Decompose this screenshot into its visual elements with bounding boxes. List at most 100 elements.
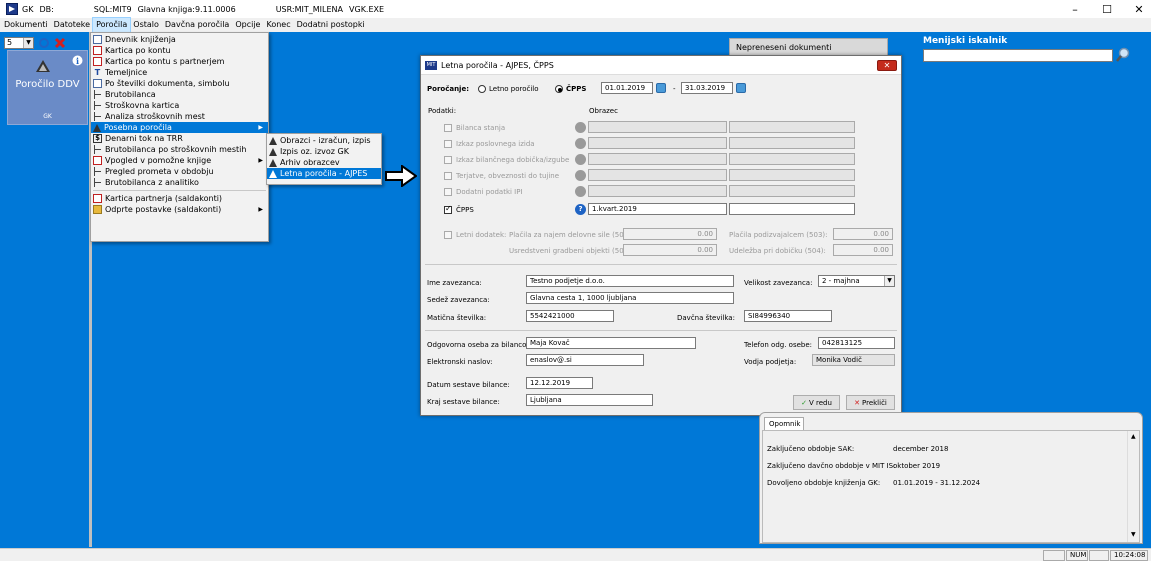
menu-item-analiza[interactable]: Analiza stroškovnih mest [91,111,268,122]
triangle-logo-icon [36,60,50,72]
letni-dodatek-label: Letni dodatek: [456,231,507,239]
menu-separator [93,190,266,191]
svg-text:i: i [76,56,79,66]
menu-item-temeljnice[interactable]: T Temeljnice [91,67,268,78]
obrazec-field[interactable]: 1.kvart.2019 [588,203,727,215]
menu-item-odprte-postavke[interactable]: Odprte postavke (saldakonti) ▶ [91,204,268,215]
app-name: GK [22,4,34,14]
email-input[interactable]: enaslov@.si [526,354,644,366]
report-tile[interactable]: i Poročilo DDV GK [7,50,88,125]
checkbox-izkaz-poslovnega[interactable] [444,140,452,148]
menu-opcije[interactable]: Opcije [232,18,263,32]
f504-input[interactable]: 0.00 [833,244,893,256]
menu-item-label: Brutobilanca po stroškovnih mestih [105,145,247,154]
menu-item-dnevnik[interactable]: Dnevnik knjiženja [91,34,268,45]
menu-item-label: Kartica partnerja (saldakonti) [105,194,223,203]
calendar-icon[interactable] [736,83,746,93]
cancel-button-label: Prekliči [862,398,887,407]
checkbox-terjatve[interactable] [444,172,452,180]
triangle-icon [269,147,277,156]
card-icon [93,46,102,55]
submenu-item-arhiv[interactable]: Arhiv obrazcev [267,157,381,168]
submenu-item-letna-porocila[interactable]: Letna poročila - AJPES [267,168,381,179]
f501-input[interactable]: 0.00 [623,228,717,240]
davcna-input[interactable]: SI84996340 [744,310,832,322]
scroll-up-icon[interactable]: ▲ [1131,433,1136,440]
cancel-button[interactable]: ✕ Prekliči [846,395,895,410]
submenu-item-obrazci[interactable]: Obrazci - izračun, izpis [267,135,381,146]
window-count-value: 5 [7,38,13,47]
menu-datoteke[interactable]: Datoteke [51,18,93,32]
menu-item-denarni-tok[interactable]: $ Denarni tok na TRR [91,133,268,144]
menu-item-po-stevilki[interactable]: Po številki dokumenta, simbolu [91,78,268,89]
row-label: Dodatni podatki IPI [456,188,523,196]
menu-item-vpogled[interactable]: Vpogled v pomožne knjige ▶ [91,155,268,166]
checkbox-izkaz-bilancnega[interactable] [444,156,452,164]
user-label: USR:MIT_MILENA [275,4,344,14]
menu-item-brutobilanca[interactable]: Brutobilanca [91,89,268,100]
f503-input[interactable]: 0.00 [833,228,893,240]
delete-icon[interactable] [54,37,66,49]
datum-input[interactable]: 12.12.2019 [526,377,593,389]
ok-button[interactable]: ✓ V redu [793,395,840,410]
menu-item-stroskovna[interactable]: Stroškovna kartica [91,100,268,111]
menu-item-posebna[interactable]: Posebna poročila ▶ [91,122,268,133]
menu-dokumenti[interactable]: Dokumenti [0,18,51,32]
search-icon[interactable] [1115,47,1131,63]
checkbox-ipi[interactable] [444,188,452,196]
menu-item-label: Vpogled v pomožne knjige [105,156,212,165]
velikost-value: 2 - majhna [822,277,860,285]
opomnik-scrollbar[interactable]: ▲ ▼ [1127,431,1139,542]
date-to-input[interactable]: 31.03.2019 [681,82,733,94]
scroll-down-icon[interactable]: ▼ [1131,531,1136,538]
tab-opomnik[interactable]: Opomnik [764,417,804,430]
close-window-button[interactable]: ✕ [1120,0,1151,18]
close-icon[interactable]: ✕ [877,60,897,71]
status-dot-icon [575,186,586,197]
row-label: Izkaz poslovnega izida [456,140,535,148]
menu-davcna-porocila[interactable]: Davčna poročila [162,18,232,32]
window-count-combo[interactable]: 5 ▼ [4,37,34,49]
posebna-submenu: Obrazci - izračun, izpis Izpis oz. izvoz… [266,133,382,185]
menu-item-kartica-partner[interactable]: Kartica po kontu s partnerjem [91,56,268,67]
menu-porocila[interactable]: Poročila [92,17,132,33]
menu-item-bruto-analitika[interactable]: Brutobilanca z analitiko [91,177,268,188]
triangle-icon [93,123,101,132]
dialog-app-icon: MIT [425,60,437,70]
radio-cpps[interactable] [555,85,563,93]
menu-search-input[interactable] [923,49,1113,62]
menu-item-kartica-kontu[interactable]: Kartica po kontu [91,45,268,56]
obrazec-label: Obrazec [589,107,618,115]
checkbox-bilanca-stanja[interactable] [444,124,452,132]
ime-input[interactable]: Testno podjetje d.o.o. [526,275,734,287]
odgovorna-input[interactable]: Maja Kovač [526,337,696,349]
menu-item-bruto-stroskovna[interactable]: Brutobilanca po stroškovnih mestih [91,144,268,155]
radio-letno[interactable] [478,85,486,93]
menu-item-label: Posebna poročila [104,123,172,132]
menu-konec[interactable]: Konec [263,18,293,32]
velikost-select[interactable]: 2 - majhna ▼ [818,275,895,287]
refresh-icon[interactable] [38,37,50,49]
sedez-input[interactable]: Glavna cesta 1, 1000 ljubljana [526,292,734,304]
vodja-input[interactable]: Monika Vodič [812,354,895,366]
maticna-input[interactable]: 5542421000 [526,310,614,322]
opomnik-row-label: Dovoljeno obdobje knjiženja GK: [767,479,881,487]
menu-item-kartica-saldakonti[interactable]: Kartica partnerja (saldakonti) [91,193,268,204]
checkbox-cpps[interactable] [444,204,452,214]
menu-ostalo[interactable]: Ostalo [130,18,162,32]
submenu-item-izpis-gk[interactable]: Izpis oz. izvoz GK [267,146,381,157]
menu-dodatni-postopki[interactable]: Dodatni postopki [294,18,368,32]
f502-input[interactable]: 0.00 [623,244,717,256]
checkbox-letni-dodatek[interactable] [444,231,452,239]
calendar-icon[interactable] [656,83,666,93]
vodja-label: Vodja podjetja: [744,358,797,366]
row-label: Izkaz bilančnega dobička/izgube [456,156,570,164]
date-from-input[interactable]: 01.01.2019 [601,82,653,94]
obrazec-field-2 [729,121,855,133]
info-icon[interactable]: i [72,55,83,66]
kraj-input[interactable]: Ljubljana [526,394,653,406]
menu-item-pregled-prometa[interactable]: Pregled prometa v obdobju [91,166,268,177]
telefon-input[interactable]: 042813125 [818,337,895,349]
obrazec-field-2[interactable] [729,203,855,215]
help-icon[interactable]: ? [575,204,586,215]
